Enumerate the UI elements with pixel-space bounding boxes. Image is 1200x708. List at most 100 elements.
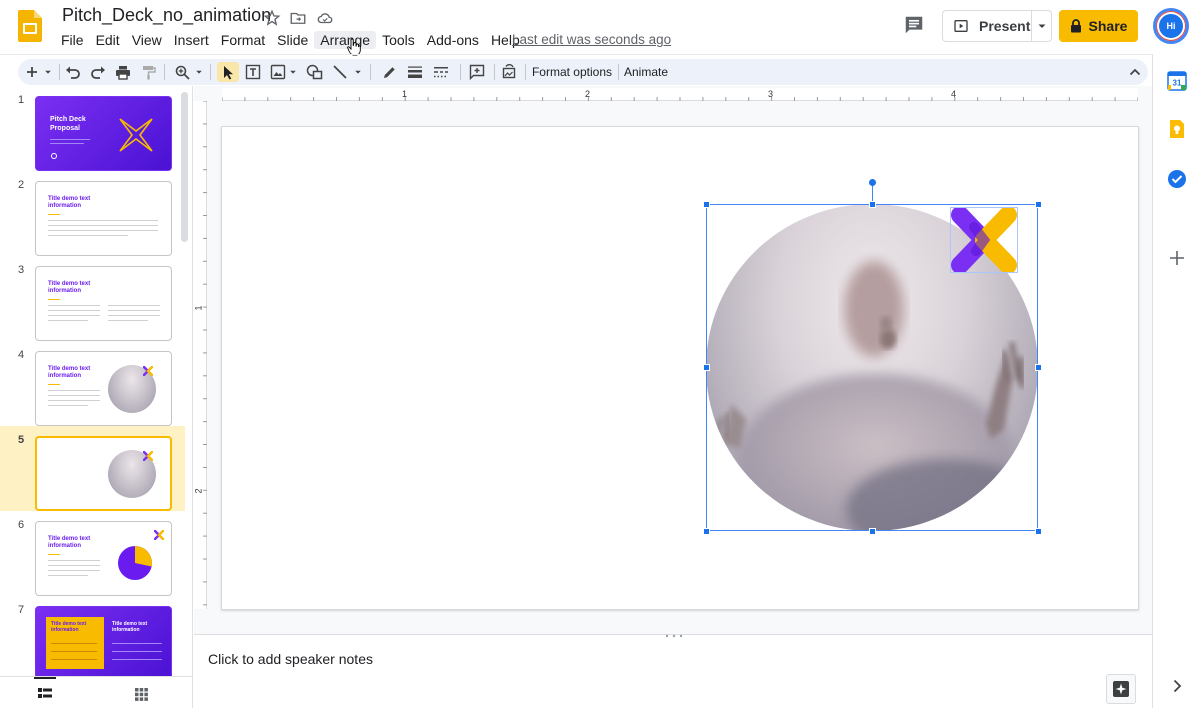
toolbar-divider [618,64,619,80]
text-line [48,560,100,561]
speaker-notes-placeholder[interactable]: Click to add speaker notes [208,651,373,667]
x-logo-icon [143,451,153,461]
slide-preview: Title demo text information [35,351,172,426]
present-button[interactable]: Present [943,11,1033,41]
resize-handle-bottom-right[interactable] [1035,528,1042,535]
paint-format-icon [142,65,156,79]
slide-thumbnail-7[interactable]: 7 Title demo text information Title demo… [0,596,185,676]
slide-thumbnail-5[interactable]: 5 [0,426,185,511]
text-box-tool[interactable] [244,62,262,82]
text-line [48,575,88,576]
animate-button[interactable]: Animate [623,62,669,82]
comments-icon[interactable] [903,14,925,36]
star-icon[interactable] [263,9,281,27]
resize-handle-top[interactable] [869,201,876,208]
slide-thumbnail-3[interactable]: 3 Title demo text information [0,256,185,341]
chevron-down-icon [1038,24,1046,28]
slide-number: 6 [18,519,25,531]
text-line [108,320,148,321]
resize-handle-bottom[interactable] [869,528,876,535]
menu-format[interactable]: Format [215,31,271,49]
menu-file[interactable]: File [55,31,90,49]
account-avatar[interactable]: Hi [1153,8,1189,44]
slide-title: Pitch Deck Proposal [50,116,86,132]
format-options-button[interactable]: Format options [530,62,614,82]
cloud-saved-icon[interactable] [316,9,334,27]
border-weight-button[interactable] [406,62,424,82]
calendar-icon[interactable]: 31 [1167,71,1187,91]
tasks-icon[interactable] [1167,169,1187,189]
new-slide-dropdown[interactable] [42,62,54,82]
pie-chart-icon [118,546,152,580]
explore-button[interactable] [1106,674,1136,704]
slide-preview: Pitch Deck Proposal [35,96,172,171]
text-line [51,651,97,652]
add-addon-icon[interactable] [1167,248,1187,268]
move-folder-icon[interactable] [289,9,307,27]
share-button[interactable]: Share [1059,10,1138,42]
grid-view-icon[interactable] [135,688,148,701]
last-edit-link[interactable]: Last edit was seconds ago [512,32,671,47]
notes-resize-handle[interactable] [664,634,684,638]
paint-format-button[interactable] [139,62,157,82]
present-label: Present [979,18,1031,34]
text-line [48,400,100,401]
line-tool[interactable] [331,62,349,82]
resize-handle-bottom-left[interactable] [703,528,710,535]
ruler-label: 4 [951,89,957,99]
text-line [48,220,158,221]
insert-image-dropdown[interactable] [287,62,299,82]
resize-handle-top-left[interactable] [703,201,710,208]
redo-button[interactable] [89,62,107,82]
pencil-icon [383,66,395,78]
slide-thumbnail-4[interactable]: 4 Title demo text information [0,341,185,426]
slide-title: Title demo text information [48,281,91,294]
text-line [51,659,97,660]
resize-handle-top-right[interactable] [1035,201,1042,208]
line-dropdown[interactable] [352,62,364,82]
filmstrip-scrollbar[interactable] [181,92,188,242]
menu-insert[interactable]: Insert [168,31,215,49]
chevron-down-icon [355,70,361,74]
menu-view[interactable]: View [126,31,168,49]
slide-thumbnail-2[interactable]: 2 Title demo text information [0,171,185,256]
menu-tools[interactable]: Tools [376,31,421,49]
text-line [48,395,100,396]
slide-preview: Title demo text information [35,181,172,256]
slide-thumbnail-6[interactable]: 6 Title demo text information [0,511,185,596]
rotate-handle[interactable] [869,179,876,186]
slide-thumbnail-1[interactable]: 1 Pitch Deck Proposal [0,86,185,171]
resize-handle-right[interactable] [1035,364,1042,371]
resize-handle-left[interactable] [703,364,710,371]
menu-slide[interactable]: Slide [271,31,314,49]
slides-logo-icon[interactable] [18,10,42,42]
text-line [50,143,84,144]
slide-number: 3 [18,264,25,276]
zoom-button[interactable] [173,62,191,82]
new-slide-button[interactable] [24,62,40,82]
replace-image-button[interactable] [500,62,518,82]
filmstrip-view-icon[interactable] [38,688,52,700]
select-tool[interactable] [217,62,239,82]
print-button[interactable] [114,62,132,82]
undo-button[interactable] [64,62,82,82]
document-title[interactable]: Pitch_Deck_no_animation [62,5,271,26]
shape-tool[interactable] [304,62,324,82]
menu-edit[interactable]: Edit [90,31,126,49]
slide-title: Title demo text information [48,536,91,549]
speaker-notes-panel[interactable]: Click to add speaker notes [194,634,1152,708]
chevron-right-icon[interactable] [1167,676,1187,696]
add-comment-button[interactable] [468,62,486,82]
menu-arrange[interactable]: Arrange [314,31,377,49]
text-line [48,230,158,231]
present-dropdown[interactable] [1032,11,1051,41]
svg-text:31: 31 [1173,79,1182,88]
border-color-button[interactable] [380,62,398,82]
zoom-dropdown[interactable] [193,62,205,82]
keep-icon[interactable] [1167,119,1187,139]
menu-add-ons[interactable]: Add-ons [421,31,485,49]
text-line [51,643,97,644]
collapse-toolbar-button[interactable] [1126,62,1144,82]
border-dash-button[interactable] [432,62,450,82]
insert-image-tool[interactable] [269,62,287,82]
